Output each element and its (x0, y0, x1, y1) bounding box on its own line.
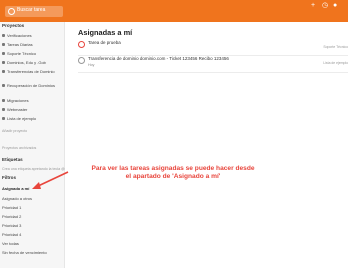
sidebar-project-item[interactable]: Transferencias de Dominio (2, 69, 55, 74)
page-title: Asignadas a mí (78, 28, 133, 37)
archived-projects-link[interactable]: Proyectos archivados (2, 146, 36, 150)
list-icon (2, 99, 5, 103)
search-icon (8, 8, 15, 15)
sidebar-project-item[interactable]: Migraciones (2, 98, 29, 103)
projects-title: Proyectos (2, 23, 25, 28)
search-placeholder: Buscar tarea (17, 7, 46, 13)
filter-item[interactable]: Prioridad 1 (2, 205, 21, 210)
task-row[interactable]: Tarea de prueba Soporte Técnico (78, 40, 348, 56)
sidebar-project-item[interactable]: Tareas Diarias (2, 42, 33, 47)
filter-item-assigned-to-me[interactable]: Asignado a mí (2, 186, 29, 191)
filter-item[interactable]: Prioridad 3 (2, 223, 21, 228)
sidebar-project-item[interactable]: Lista de ejemplo (2, 116, 36, 121)
add-project-link[interactable]: Añadir proyecto (2, 129, 27, 133)
sidebar-project-item[interactable]: Verificaciones (2, 33, 32, 38)
filter-item[interactable]: Sin fecha de vencimiento (2, 250, 47, 255)
list-icon (2, 84, 5, 88)
filters-title[interactable]: Filtros (2, 175, 16, 180)
filter-item[interactable]: Prioridad 4 (2, 232, 21, 237)
sidebar-project-item[interactable]: Soporte Técnico (2, 51, 36, 56)
list-icon (2, 70, 5, 74)
user-icon[interactable]: ● (333, 0, 337, 12)
search-input[interactable]: Buscar tarea (5, 6, 63, 17)
task-checkbox[interactable] (78, 41, 85, 48)
task-checkbox[interactable] (78, 57, 85, 64)
filter-item[interactable]: Asignado a otros (2, 196, 32, 201)
task-project: Soporte Técnico (323, 45, 348, 49)
sidebar-project-item[interactable]: Webmaster (2, 107, 27, 112)
labels-title[interactable]: Etiquetas (2, 157, 23, 162)
filter-item[interactable]: Prioridad 2 (2, 214, 21, 219)
task-title[interactable]: Tarea de prueba (88, 40, 121, 45)
annotation-text: Para ver las tareas asignadas se puede h… (68, 165, 278, 181)
list-icon (2, 117, 5, 121)
list-icon (2, 43, 5, 47)
task-project: Lista de ejemplo (323, 61, 348, 65)
task-due-date: Hoy (88, 63, 95, 67)
sidebar: Proyectos Verificaciones Tareas Diarias … (0, 22, 65, 268)
top-bar: Buscar tarea + ◷ ● (0, 0, 348, 22)
filter-item[interactable]: Ver todas (2, 241, 19, 246)
clock-icon[interactable]: ◷ (322, 0, 328, 12)
list-icon (2, 108, 5, 112)
annotation-line-1: Para ver las tareas asignadas se puede h… (91, 165, 255, 172)
main-panel: Asignadas a mí Tarea de prueba Soporte T… (65, 22, 348, 268)
plus-icon[interactable]: + (311, 0, 315, 12)
annotation-line-2: el apartado de 'Asignado a mí' (125, 173, 221, 180)
task-row[interactable]: Transferencia de dominio dominio.com - T… (78, 56, 348, 73)
annotation-arrow-icon (32, 171, 69, 189)
list-icon (2, 61, 5, 65)
task-title[interactable]: Transferencia de dominio dominio.com - T… (88, 56, 229, 61)
sidebar-project-item[interactable]: Recuperación de Dominios (2, 83, 55, 88)
list-icon (2, 52, 5, 56)
list-icon (2, 34, 5, 38)
sidebar-project-item[interactable]: Dominios, Edu y .Gob (2, 60, 46, 65)
